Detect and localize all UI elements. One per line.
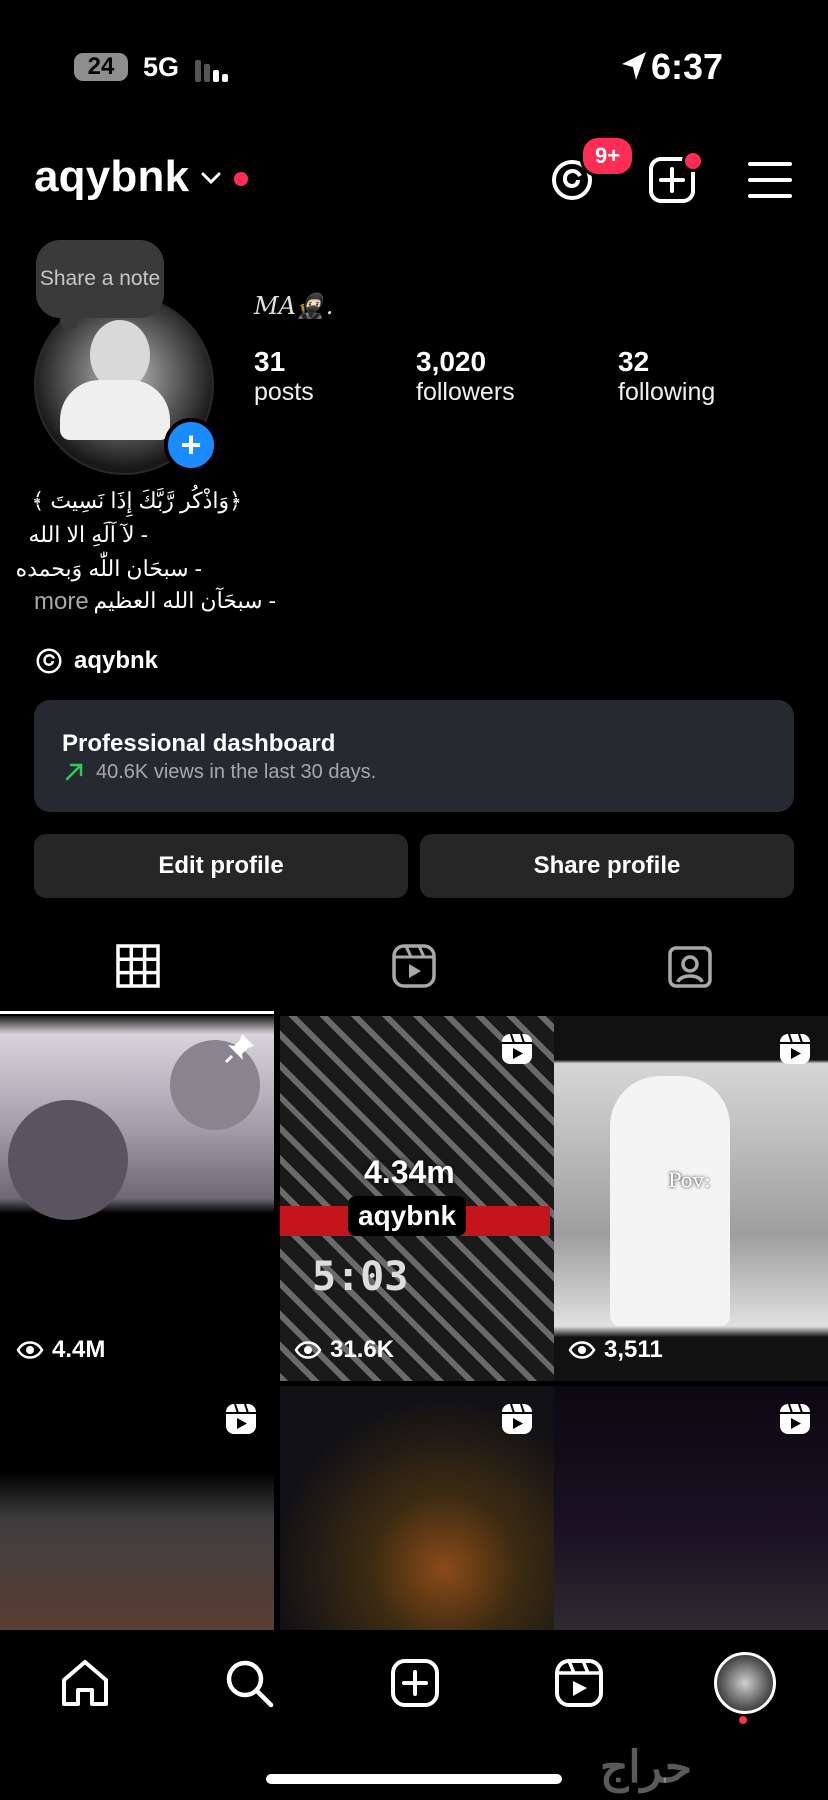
post-3-figure (610, 1076, 730, 1326)
profile-display-name: MA🥷🏻. (254, 292, 334, 320)
dashboard-title: Professional dashboard (62, 730, 336, 757)
tagged-tab-icon[interactable] (664, 940, 716, 992)
location-arrow-icon (622, 52, 646, 80)
post-1-views-value: 4.4M (52, 1336, 106, 1363)
post-3-pov-text: Pov: (668, 1168, 711, 1192)
menu-icon[interactable] (746, 156, 794, 204)
reels-tab-icon[interactable] (388, 940, 440, 992)
threads-profile-link[interactable]: aqybnk (34, 646, 158, 676)
share-profile-button[interactable]: Share profile (420, 834, 794, 898)
post-1-face-left (8, 1100, 128, 1220)
home-icon[interactable] (58, 1656, 112, 1710)
post-2-views: 31.6K (294, 1336, 394, 1364)
reels-icon[interactable] (552, 1656, 606, 1710)
stat-posts-value: 31 (254, 346, 286, 377)
stat-following-value: 32 (618, 346, 650, 377)
stat-followers[interactable]: 3,020 followers (416, 346, 515, 407)
account-username[interactable]: aqybnk (34, 152, 189, 202)
signal-bars-icon (195, 60, 228, 82)
create-icon[interactable] (388, 1656, 442, 1710)
post-2-time-text: 5:03 (312, 1254, 409, 1300)
eye-icon (568, 1341, 596, 1359)
profile-nav-dot (739, 1716, 747, 1724)
bio-line-4: - سبحَآن الله العظيم (93, 588, 276, 613)
stat-followers-label: followers (416, 378, 515, 406)
post-3-views-value: 3,511 (604, 1336, 663, 1363)
account-notification-dot (234, 172, 248, 186)
home-indicator[interactable] (266, 1774, 562, 1784)
share-note-bubble[interactable]: Share a note (36, 240, 164, 318)
network-type: 5G (143, 52, 180, 82)
status-time: 6:37 (651, 46, 724, 87)
create-notification-dot (682, 150, 704, 172)
watermark-text: حراج (600, 1743, 693, 1792)
bio-line-1: ﴿وَاذْكُر رَّبَّكَ إِذَا نَسِيتَ ﴾ (31, 488, 242, 513)
pin-icon (224, 1034, 254, 1064)
reel-badge-icon (502, 1033, 532, 1064)
post-2-views-value: 31.6K (330, 1336, 395, 1363)
active-tab-indicator (0, 1011, 274, 1014)
post-2-big-text: 4.34m (364, 1154, 455, 1190)
battery-indicator: 24 (74, 53, 128, 81)
avatar-figure-body (60, 380, 170, 440)
stat-following[interactable]: 32 following (618, 346, 715, 407)
edit-profile-button[interactable]: Edit profile (34, 834, 408, 898)
grid-tab-icon[interactable] (112, 940, 164, 992)
threads-small-icon (36, 648, 62, 674)
reel-badge-icon (502, 1403, 532, 1434)
profile-nav-avatar[interactable] (714, 1652, 776, 1714)
chevron-down-icon[interactable] (200, 170, 222, 186)
eye-icon (16, 1341, 44, 1359)
post-1-views: 4.4M (16, 1336, 105, 1364)
stat-followers-value: 3,020 (416, 346, 487, 377)
reel-badge-icon (780, 1033, 810, 1064)
dashboard-subtitle: 40.6K views in the last 30 days. (96, 761, 377, 783)
bio-line-2: - لآ آلَهِ الا الله (28, 522, 149, 547)
reel-badge-icon (780, 1403, 810, 1434)
threads-badge: 9+ (580, 135, 636, 177)
add-story-button[interactable]: + (164, 418, 218, 472)
reel-badge-icon (226, 1403, 256, 1434)
stat-posts[interactable]: 31 posts (254, 346, 314, 407)
post-3-views: 3,511 (568, 1336, 663, 1364)
eye-icon (294, 1341, 322, 1359)
threads-handle: aqybnk (74, 647, 159, 674)
stat-following-label: following (618, 378, 716, 406)
bio-line-3: - سبحَان اللّٰه وَبحمده (15, 556, 202, 581)
trend-up-arrow-icon (65, 763, 83, 781)
search-icon[interactable] (222, 1656, 276, 1710)
stat-posts-label: posts (254, 378, 314, 406)
bio-more-link[interactable]: more (34, 588, 89, 616)
post-2-name-tag: aqybnk (348, 1196, 467, 1236)
